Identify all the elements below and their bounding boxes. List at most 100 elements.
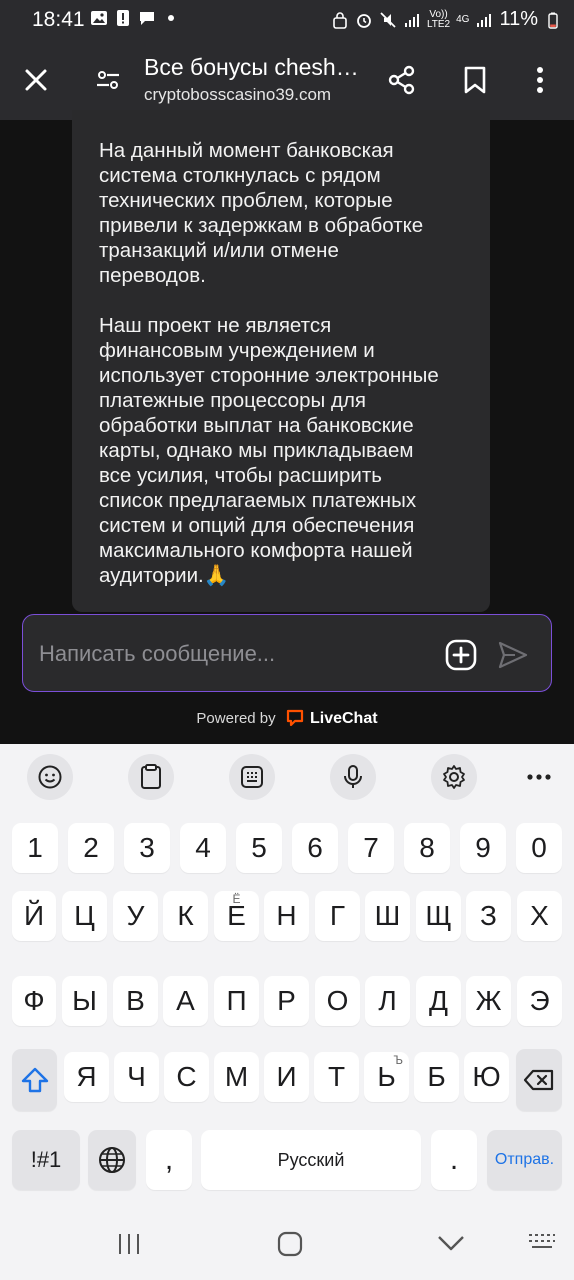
comma-key[interactable]: ,: [146, 1130, 192, 1190]
key-1[interactable]: 1: [12, 823, 58, 873]
powered-by-text: Powered by: [196, 710, 276, 727]
bookmark-icon: [464, 66, 486, 94]
key-letter[interactable]: Д: [416, 976, 461, 1026]
voice-input-button[interactable]: [330, 754, 376, 800]
back-icon[interactable]: [437, 1234, 465, 1252]
key-9[interactable]: 9: [460, 823, 506, 873]
key-letter[interactable]: О: [315, 976, 360, 1026]
key-letter[interactable]: Г: [315, 891, 360, 941]
battery-icon: [548, 12, 558, 29]
globe-icon: [99, 1147, 125, 1173]
keyboard-more-button[interactable]: [516, 754, 562, 800]
volte-indicator: Vo)) LTE2: [426, 8, 451, 30]
close-button[interactable]: [14, 58, 58, 102]
shift-icon: [21, 1067, 48, 1093]
page-url: cryptobosscasino39.com: [144, 85, 332, 104]
livechat-brand: LiveChat: [309, 710, 378, 727]
bookmark-button[interactable]: [453, 58, 497, 102]
home-icon[interactable]: [277, 1231, 303, 1257]
key-7[interactable]: 7: [348, 823, 394, 873]
more-vert-icon: [537, 67, 543, 93]
key-e[interactable]: Ё Е: [214, 891, 259, 941]
keyboard: 1 2 3 4 5 6 7 8 9 0 Й Ц У К Ё Е Н Г Ш Щ …: [0, 744, 574, 1280]
key-letter[interactable]: Л: [365, 976, 410, 1026]
more-icon: [527, 774, 551, 780]
key-letter[interactable]: И: [264, 1052, 309, 1102]
key-letter[interactable]: Ф: [12, 976, 56, 1026]
agent-message-bubble: На данный момент банковская система стол…: [72, 110, 490, 612]
dot-icon: [168, 15, 174, 21]
key-letter[interactable]: Я: [64, 1052, 109, 1102]
key-0[interactable]: 0: [516, 823, 562, 873]
navigation-bar: [0, 1208, 574, 1280]
key-letter[interactable]: Э: [517, 976, 562, 1026]
symbols-key[interactable]: !#1: [12, 1130, 80, 1190]
key-letter[interactable]: Й: [12, 891, 56, 941]
key-letter[interactable]: Р: [264, 976, 309, 1026]
message-input[interactable]: Написать сообщение...: [39, 641, 275, 667]
key-letter[interactable]: А: [163, 976, 208, 1026]
period-key[interactable]: .: [431, 1130, 477, 1190]
send-key[interactable]: Отправ.: [487, 1130, 562, 1190]
key-alt-yo: Ё: [232, 892, 241, 906]
key-letter[interactable]: Ш: [365, 891, 410, 941]
key-letter[interactable]: М: [214, 1052, 259, 1102]
key-letter[interactable]: Щ: [416, 891, 461, 941]
key-letter[interactable]: Т: [314, 1052, 359, 1102]
key-soft-sign[interactable]: Ъ Ь: [364, 1052, 409, 1102]
mic-icon: [344, 765, 362, 788]
key-letter[interactable]: Ы: [62, 976, 107, 1026]
share-button[interactable]: [380, 58, 424, 102]
gallery-icon: [91, 11, 107, 25]
keyboard-settings-button[interactable]: [431, 754, 477, 800]
key-letter[interactable]: Ж: [466, 976, 511, 1026]
key-letter[interactable]: У: [113, 891, 158, 941]
livechat-logo-icon: [286, 709, 303, 727]
key-alt-hard-sign: Ъ: [393, 1053, 404, 1067]
battery-percent: 11%: [499, 8, 538, 30]
powered-by-livechat[interactable]: Powered by LiveChat: [0, 708, 574, 728]
key-3[interactable]: 3: [124, 823, 170, 873]
language-key[interactable]: [88, 1130, 136, 1190]
key-2[interactable]: 2: [68, 823, 114, 873]
key-letter[interactable]: Б: [414, 1052, 459, 1102]
key-letter[interactable]: П: [214, 976, 259, 1026]
key-letter[interactable]: Ч: [114, 1052, 159, 1102]
key-letter[interactable]: В: [113, 976, 158, 1026]
message-composer[interactable]: Написать сообщение...: [22, 614, 552, 692]
keyboard-hide-icon[interactable]: [528, 1232, 556, 1252]
key-5[interactable]: 5: [236, 823, 282, 873]
signal-icon-2: [477, 13, 492, 27]
message-paragraph: Наш проект не является финансовым учрежд…: [99, 314, 439, 587]
key-letter[interactable]: Ц: [62, 891, 107, 941]
key-letter[interactable]: Ю: [464, 1052, 509, 1102]
share-icon: [388, 65, 415, 95]
close-icon: [25, 69, 47, 91]
key-4[interactable]: 4: [180, 823, 226, 873]
key-letter[interactable]: Н: [264, 891, 309, 941]
key-letter[interactable]: С: [164, 1052, 209, 1102]
key-letter[interactable]: З: [466, 891, 511, 941]
add-attachment-icon[interactable]: [445, 639, 477, 671]
key-6[interactable]: 6: [292, 823, 338, 873]
alarm-icon: [357, 13, 371, 28]
keypad-button[interactable]: [229, 754, 275, 800]
emoji-button[interactable]: [27, 754, 73, 800]
notification-icons: [90, 9, 180, 27]
space-key[interactable]: Русский: [201, 1130, 421, 1190]
lock-icon: [333, 11, 347, 29]
status-bar: 18:41 Vo)) LTE2 4G 11%: [0, 0, 574, 40]
clipboard-button[interactable]: [128, 754, 174, 800]
send-icon[interactable]: [497, 639, 529, 671]
key-8[interactable]: 8: [404, 823, 450, 873]
site-settings-button[interactable]: [86, 58, 130, 102]
key-letter[interactable]: Х: [517, 891, 562, 941]
page-title: Все бонусы chesh…: [144, 54, 359, 80]
more-options-button[interactable]: [518, 58, 562, 102]
settings-icon: [443, 765, 465, 789]
recents-icon[interactable]: [116, 1232, 142, 1256]
key-letter[interactable]: К: [163, 891, 208, 941]
browser-toolbar: Все бонусы chesh… cryptobosscasino39.com: [0, 40, 574, 120]
backspace-key[interactable]: [516, 1049, 562, 1111]
shift-key[interactable]: [12, 1049, 57, 1111]
